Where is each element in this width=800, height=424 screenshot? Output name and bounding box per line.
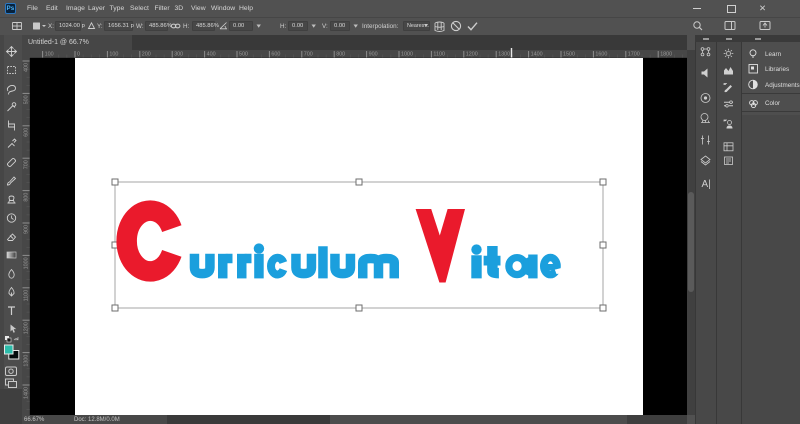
svg-text:900: 900 (24, 225, 30, 234)
svg-text:100: 100 (45, 52, 54, 58)
svg-text:100: 100 (109, 52, 118, 58)
svg-text:1100: 1100 (433, 52, 445, 58)
svg-text:400: 400 (24, 63, 30, 72)
svg-text:700: 700 (304, 52, 313, 58)
svg-text:800: 800 (24, 193, 30, 202)
svg-text:400: 400 (207, 52, 216, 58)
svg-text:500: 500 (24, 95, 30, 104)
svg-text:500: 500 (239, 52, 248, 58)
svg-text:300: 300 (174, 52, 183, 58)
svg-text:200: 200 (142, 52, 151, 58)
svg-text:900: 900 (369, 52, 378, 58)
svg-text:A|: A| (702, 179, 711, 190)
svg-text:1100: 1100 (24, 290, 30, 302)
svg-text:0: 0 (77, 52, 80, 58)
svg-text:700: 700 (24, 160, 30, 169)
svg-text:800: 800 (336, 52, 345, 58)
svg-text:600: 600 (271, 52, 280, 58)
svg-text:600: 600 (24, 128, 30, 137)
